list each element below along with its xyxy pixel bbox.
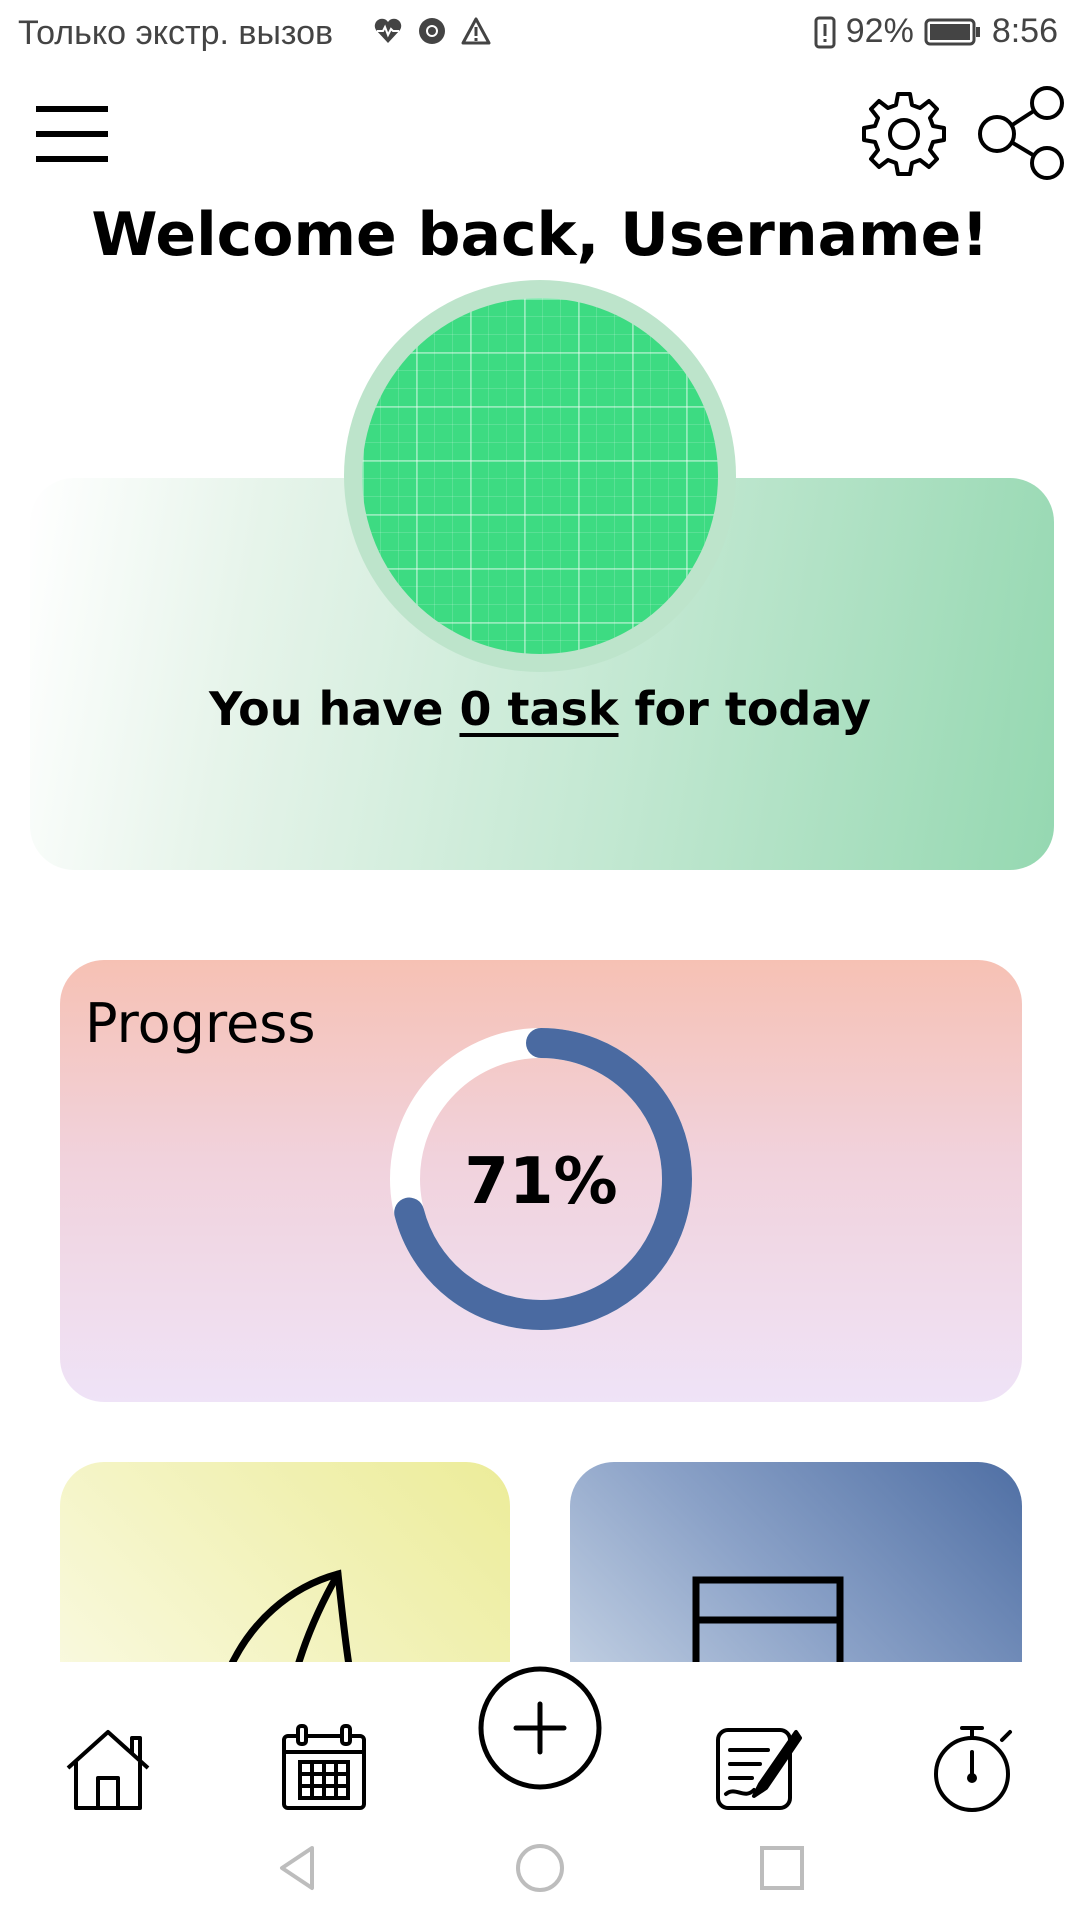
- settings-gear-icon[interactable]: [858, 88, 950, 180]
- tasks-suffix: for today: [618, 682, 871, 736]
- frame-icon: [692, 1576, 844, 1672]
- avatar[interactable]: [362, 298, 718, 654]
- home-circle-icon[interactable]: [514, 1842, 566, 1894]
- home-icon[interactable]: [62, 1722, 154, 1814]
- clock: 8:56: [991, 12, 1058, 50]
- planner-card[interactable]: [570, 1462, 1022, 1672]
- progress-percent: 71%: [464, 1145, 618, 1219]
- leaf-icon: [224, 1569, 354, 1672]
- notes-icon[interactable]: [712, 1722, 804, 1814]
- tasks-summary: You have 0 task for today: [0, 682, 1080, 736]
- recent-apps-icon[interactable]: [756, 1842, 808, 1894]
- warning-icon: [461, 17, 491, 45]
- carrier-text: Только экстр. вызов: [18, 14, 334, 52]
- chrome-icon: [419, 18, 445, 44]
- add-task-button[interactable]: [478, 1666, 602, 1790]
- battery-percent: 92%: [845, 12, 914, 50]
- share-icon[interactable]: [975, 85, 1071, 181]
- battery-alert-icon: [814, 16, 836, 48]
- back-icon[interactable]: [272, 1842, 324, 1894]
- calendar-icon[interactable]: [278, 1722, 370, 1814]
- progress-title: Progress: [85, 992, 316, 1055]
- welcome-title: Welcome back, Username!: [91, 200, 989, 270]
- menu-icon[interactable]: [32, 102, 112, 166]
- ideas-card[interactable]: [60, 1462, 510, 1672]
- task-count-link[interactable]: 0 task: [459, 682, 618, 736]
- battery-icon: [924, 18, 980, 45]
- heart-pulse-icon: [374, 18, 402, 43]
- status-right: 92% 8:56: [814, 12, 1058, 51]
- status-icons: [373, 16, 491, 46]
- tasks-prefix: You have: [209, 682, 460, 736]
- stopwatch-icon[interactable]: [928, 1722, 1020, 1814]
